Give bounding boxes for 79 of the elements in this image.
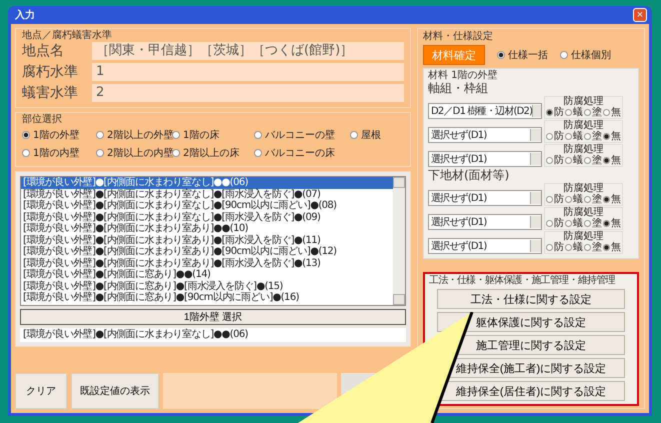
treatment-radio[interactable]: 塗 (584, 194, 602, 205)
value-field: ［関東・甲信越］［茨城］［つくば(館野)］ (92, 42, 404, 60)
part-radio[interactable]: バルコニーの壁 (254, 128, 350, 142)
field-label: 地点名 (22, 42, 65, 60)
part-radio[interactable]: 1階の内壁 (22, 146, 96, 160)
treatment-radio[interactable]: 塗 (584, 131, 602, 142)
list-item[interactable]: [環境が良い外壁]●[内側面に水まわり室あり]●[雨水浸入を防ぐ]●(13) (21, 258, 393, 269)
treatment-radio[interactable]: 無 (603, 242, 621, 253)
list-item[interactable]: [環境が良い外壁]●[内側面に水まわり室なし]●[90cm以内に雨どい]●(08) (21, 200, 393, 212)
list-item[interactable]: [環境が良い外壁]●[内側面に水まわり室あり]●[90cm以内に雨どい]●(12) (21, 246, 393, 258)
window-title: 入力 (15, 8, 35, 22)
value-field: 2 (92, 84, 404, 102)
treatment-radio[interactable]: 無 (603, 218, 621, 229)
material-dropdown[interactable]: 選択せず(D1) (428, 127, 542, 143)
group-label: 防腐処理 (564, 232, 604, 242)
treatment-radio[interactable]: 無 (603, 155, 621, 166)
treatment-radio[interactable]: 塗 (584, 107, 602, 118)
list-item[interactable]: [環境が良い外壁]●[内側面に水まわり室あり]●[雨水浸入を防ぐ]●(11) (21, 234, 393, 246)
close-button[interactable]: × (633, 8, 647, 22)
select-button[interactable]: 1階外壁 選択 (20, 309, 406, 325)
field-label: 腐朽水準 (22, 62, 79, 80)
treatment-radio[interactable]: 無 (603, 194, 621, 205)
treatment-radio[interactable]: 防 (546, 107, 564, 118)
material-dropdown[interactable]: 選択せず(D1) (428, 190, 542, 206)
settings-button[interactable]: 躯体保護に関する設定 (437, 312, 625, 332)
treatment-radio[interactable]: 防 (546, 131, 564, 142)
material-dropdown[interactable]: 選択せず(D1) (428, 151, 542, 167)
treatment-radio[interactable]: 蟻 (565, 155, 583, 166)
treatment-radio[interactable]: 蟻 (565, 194, 583, 205)
treatment-radio[interactable]: 塗 (584, 218, 602, 229)
part-radio[interactable]: 2階以上の外壁 (96, 128, 172, 142)
list-item[interactable]: [環境が良い外壁]●[内側面に水まわり室あり]●●(10) (21, 223, 393, 234)
action-button[interactable]: クリア (15, 373, 67, 409)
part-radio[interactable]: 屋根 (350, 128, 400, 142)
group-label: 材料・仕様設定 (423, 31, 494, 42)
group-label: 防腐処理 (564, 97, 604, 107)
list-item[interactable]: [環境が良い外壁]●[内側面に水まわり室なし]●[雨水浸入を防ぐ]●(07) (21, 188, 393, 200)
list-item[interactable]: [環境が良い外壁]●[内側面に水まわり室なし]●[雨水浸入を防ぐ]●(09) (21, 212, 393, 223)
treatment-radio[interactable]: 蟻 (565, 131, 583, 142)
group-label: 防腐処理 (564, 121, 604, 131)
treatment-radio[interactable]: 蟻 (565, 107, 583, 118)
treatment-radio[interactable]: 無 (603, 131, 621, 142)
field-label: 蟻害水準 (22, 84, 79, 102)
list-item[interactable]: [環境が良い外壁]●[内側面に窓あり]●[雨水浸入を防ぐ]●(15) (21, 280, 393, 292)
treatment-radio[interactable]: 塗 (584, 155, 602, 166)
treatment-radio[interactable]: 防 (546, 155, 564, 166)
material-dropdown[interactable]: 選択せず(D1) (428, 214, 542, 230)
part-radio[interactable]: バルコニーの床 (254, 146, 350, 160)
group-label: 防腐処理 (564, 184, 604, 194)
mode-radio[interactable]: 仕様個別 (560, 48, 611, 62)
group-label: 防腐処理 (564, 145, 604, 155)
material-dropdown[interactable]: D2／D1 樹種・辺材(D2) (428, 103, 542, 119)
treatment-radio[interactable]: 防 (546, 218, 564, 229)
part-radio[interactable]: 2階以上の床 (172, 146, 254, 160)
group-label: 地点／腐朽蟻害水準 (22, 30, 113, 41)
material-dropdown[interactable]: 選択せず(D1) (428, 238, 542, 254)
list-item[interactable]: [環境が良い外壁]●[内側面に窓あり]●●(14) (21, 269, 393, 280)
group-label: 工法・仕様・躯体保護・施工管理・維持管理 (429, 275, 616, 286)
part-radio[interactable]: 1階の床 (172, 128, 254, 142)
action-button[interactable]: 既設定値の表示 (71, 373, 159, 409)
treatment-radio[interactable]: 蟻 (565, 218, 583, 229)
section-title: 下地材(面材等) (428, 168, 510, 183)
treatment-radio[interactable]: 防 (546, 194, 564, 205)
group-label: 防腐処理 (564, 208, 604, 218)
part-radio[interactable]: 1階の外壁 (22, 128, 96, 142)
part-radio[interactable]: 2階以上の内壁 (96, 146, 172, 160)
mode-radio[interactable]: 仕様一括 (497, 48, 548, 62)
settings-button[interactable]: 工法・仕様に関する設定 (437, 289, 625, 309)
list-item[interactable]: [環境が良い外壁]●[内側面に窓あり]●[90cm以内に雨どい]●(16) (21, 292, 393, 304)
treatment-radio[interactable]: 塗 (584, 242, 602, 253)
section-title: 軸組・枠組 (428, 81, 489, 96)
result-field: [環境が良い外壁]●[内側面に水まわり室なし]●●(06) (20, 328, 406, 342)
value-field: 1 (92, 62, 404, 80)
treatment-radio[interactable]: 無 (603, 107, 621, 118)
group-label: 材料 1階の外壁 (428, 70, 499, 81)
treatment-radio[interactable]: 蟻 (565, 242, 583, 253)
scrollbar[interactable] (393, 177, 405, 305)
group-label: 部位選択 (22, 114, 63, 125)
treatment-radio[interactable]: 防 (546, 242, 564, 253)
